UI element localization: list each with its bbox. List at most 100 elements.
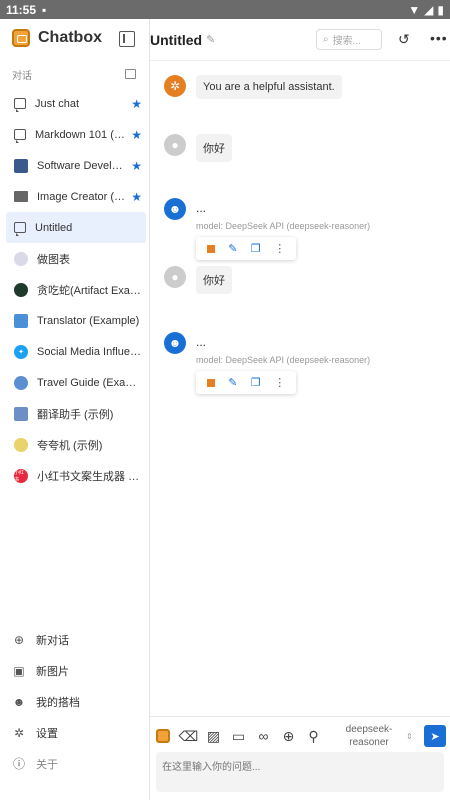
sidebar-item-software-developer[interactable]: Software Developer ★ <box>6 150 146 181</box>
user-avatar-icon: ● <box>164 266 186 288</box>
sidebar-item-untitled[interactable]: Untitled <box>6 212 146 243</box>
collapse-sidebar-icon[interactable] <box>119 31 135 47</box>
stop-icon[interactable] <box>206 244 215 253</box>
edit-icon[interactable]: ✎ <box>228 242 237 255</box>
sidebar-item-translator[interactable]: Translator (Example) <box>6 305 146 336</box>
sidebar-item-label: 贪吃蛇(Artifact Example) <box>37 284 142 297</box>
snake-avatar-icon <box>14 282 28 297</box>
sidebar-item-translate-assistant[interactable]: 翻译助手 (示例) <box>6 398 146 429</box>
assistant-text: ... <box>196 201 207 215</box>
chevron-updown-icon[interactable]: ⇕ <box>406 732 413 741</box>
sidebar-item-xiaohongshu[interactable]: 小红书 小红书文案生成器 (示例) <box>6 460 146 491</box>
message-toolbar: ✎ ❐ ⋮ <box>196 371 296 394</box>
send-button[interactable]: ➤ <box>424 725 446 747</box>
more-vertical-icon[interactable]: ⋮ <box>274 376 285 389</box>
copilot-logo-icon[interactable] <box>156 729 170 743</box>
edit-title-icon[interactable]: ✎ <box>206 33 215 46</box>
status-time: 11:55 <box>6 2 37 17</box>
composer-toolbar: ⌫ ▨ ▭ ∞ ⊕ ⚲ deepseek- reasoner ⇕ ➤ <box>154 721 446 751</box>
settings-label: 设置 <box>36 727 58 740</box>
model-info: model: DeepSeek API (deepseek-reasoner) <box>196 221 371 231</box>
sidebar-item-praise-bot[interactable]: 夸夸机 (示例) <box>6 429 146 460</box>
battery-icon: ▮ <box>437 2 444 17</box>
settings-button[interactable]: ✲ 设置 <box>12 717 142 748</box>
chat-bubble-icon <box>14 98 26 112</box>
sidebar-item-chart[interactable]: 做图表 <box>6 243 146 274</box>
sidebar-item-social-media[interactable]: ✦ Social Media Influencer <box>6 336 146 367</box>
more-options-icon[interactable]: ••• <box>430 30 448 46</box>
conversation-section-header: 对话 <box>12 67 136 82</box>
sidebar: Chatbox 对话 Just chat ★ Markdown 101 (Exa… <box>0 19 150 800</box>
message-composer: ⌫ ▨ ▭ ∞ ⊕ ⚲ deepseek- reasoner ⇕ ➤ <box>150 716 450 800</box>
sidebar-item-image-creator[interactable]: Image Creator (Example) ★ <box>6 181 146 212</box>
model-selector[interactable]: deepseek- reasoner <box>334 723 404 749</box>
archive-icon[interactable] <box>125 69 136 79</box>
sidebar-item-label: Translator (Example) <box>37 314 140 327</box>
message-toolbar: ✎ ❐ ⋮ <box>196 237 296 260</box>
new-image-label: 新图片 <box>36 665 69 678</box>
robot-icon: ☻ <box>12 694 26 709</box>
chart-avatar-icon <box>14 251 28 266</box>
my-copilots-button[interactable]: ☻ 我的搭档 <box>12 686 142 717</box>
chatbox-logo-icon <box>12 29 30 47</box>
sidebar-item-label: Just chat <box>35 97 80 110</box>
bot-avatar-icon: ☻ <box>164 332 186 354</box>
search-placeholder: 搜索... <box>332 36 361 47</box>
globe-icon[interactable]: ⊕ <box>276 728 301 745</box>
sidebar-item-label: 做图表 <box>37 253 70 266</box>
add-image-icon: ▣ <box>13 663 25 678</box>
eraser-icon[interactable]: ⌫ <box>176 728 201 745</box>
chat-bubble-icon <box>14 222 26 236</box>
new-image-button[interactable]: ▣ 新图片 <box>12 655 142 686</box>
notification-icon: ▪ <box>42 2 47 17</box>
system-bubble: You are a helpful assistant. <box>196 75 342 99</box>
copy-icon[interactable]: ❐ <box>251 242 261 255</box>
link-icon[interactable]: ∞ <box>251 728 276 744</box>
bot-avatar-icon: ☻ <box>164 198 186 220</box>
info-icon: ⓘ <box>12 757 25 771</box>
status-icons: ▼ ◢ ▮ <box>408 3 444 17</box>
star-icon[interactable]: ★ <box>131 159 142 173</box>
copy-icon[interactable]: ❐ <box>251 376 261 389</box>
image-icon[interactable]: ▨ <box>201 728 226 745</box>
system-text: You are a helpful assistant. <box>196 75 342 99</box>
sidebar-item-label: 小红书文案生成器 (示例) <box>37 470 142 483</box>
stop-icon[interactable] <box>206 378 215 387</box>
new-chat-button[interactable]: ⊕ 新对话 <box>12 624 142 655</box>
sidebar-item-just-chat[interactable]: Just chat ★ <box>6 88 146 119</box>
developer-avatar-icon <box>14 158 28 173</box>
about-button[interactable]: ⓘ 关于 <box>12 748 142 779</box>
conversation-list: Just chat ★ Markdown 101 (Example) ★ Sof… <box>6 88 146 491</box>
star-icon[interactable]: ★ <box>131 128 142 142</box>
page-title[interactable]: Untitled <box>150 32 202 48</box>
globe-avatar-icon <box>14 375 28 390</box>
more-vertical-icon[interactable]: ⋮ <box>274 242 285 255</box>
history-icon[interactable]: ↺ <box>398 31 410 48</box>
star-icon[interactable]: ★ <box>131 97 142 111</box>
sidebar-item-label: Untitled <box>35 221 73 234</box>
sidebar-item-snake[interactable]: 贪吃蛇(Artifact Example) <box>6 274 146 305</box>
assistant-message: ☻ ... model: DeepSeek API (deepseek-reas… <box>164 332 370 394</box>
assistant-bubble: ... model: DeepSeek API (deepseek-reason… <box>196 332 370 394</box>
user-text: 你好 <box>196 134 232 162</box>
user-bubble: 你好 <box>196 266 232 294</box>
message-input[interactable] <box>156 752 444 792</box>
plus-circle-icon: ⊕ <box>13 632 25 647</box>
star-icon[interactable]: ★ <box>131 190 142 204</box>
sidebar-item-label: Social Media Influencer <box>37 345 142 358</box>
search-input[interactable]: ⌕ 搜索... <box>316 29 382 50</box>
sidebar-item-travel-guide[interactable]: Travel Guide (Example) <box>6 367 146 398</box>
sidebar-item-label: Image Creator (Example) <box>37 190 127 203</box>
edit-icon[interactable]: ✎ <box>228 376 237 389</box>
system-message: ✲ You are a helpful assistant. <box>164 75 342 99</box>
assistant-message: ☻ ... model: DeepSeek API (deepseek-reas… <box>164 198 370 260</box>
sidebar-item-markdown[interactable]: Markdown 101 (Example) ★ <box>6 119 146 150</box>
model-info: model: DeepSeek API (deepseek-reasoner) <box>196 355 371 365</box>
twitter-icon: ✦ <box>14 344 28 359</box>
sidebar-item-label: Software Developer <box>37 159 128 172</box>
user-avatar-icon: ● <box>164 134 186 156</box>
user-bubble: 你好 <box>196 134 232 162</box>
web-search-icon[interactable]: ⚲ <box>301 728 326 745</box>
user-message: ● 你好 <box>164 134 232 162</box>
folder-icon[interactable]: ▭ <box>226 728 251 745</box>
